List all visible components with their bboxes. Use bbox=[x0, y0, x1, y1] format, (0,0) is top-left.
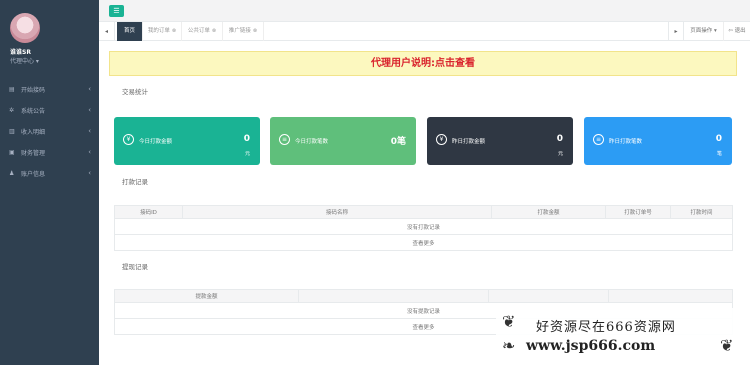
close-icon[interactable]: ⊗ bbox=[253, 28, 257, 34]
stat-unit: 元 bbox=[244, 151, 250, 157]
flourish-icon: ❧ bbox=[502, 336, 516, 355]
watermark-line-2: www.jsp666.com bbox=[526, 338, 656, 354]
tab-label: 推广链接 bbox=[228, 28, 251, 34]
column-header: 打款金额 bbox=[491, 205, 606, 219]
sidebar-item-label: 收入明细 bbox=[21, 128, 46, 136]
close-icon[interactable]: ⊗ bbox=[212, 28, 216, 34]
stat-card-today-count: ≡ 今日打款笔数 0笔 bbox=[270, 117, 416, 165]
column-header: 接码ID bbox=[114, 205, 183, 219]
sidebar-item-label: 系统公告 bbox=[21, 107, 46, 115]
wallet-icon: ▣ bbox=[9, 148, 15, 156]
stat-label: 今日打款金额 bbox=[139, 139, 173, 145]
stat-card-yesterday-amount: ¥ 昨日打款金额 0 元 bbox=[427, 117, 573, 165]
withdrawals-title: 提现记录 bbox=[122, 263, 148, 271]
sidebar-item-label: 财务管理 bbox=[21, 149, 46, 157]
user-role-dropdown[interactable]: 代理中心 ▾ bbox=[10, 56, 39, 65]
stat-label: 昨日打款笔数 bbox=[609, 139, 643, 145]
tab-bar: ◂ 首页 我的订单 ⊗ 公共订单 ⊗ 推广链接 ⊗ ▸ 页面操作 ▾ ⇦ 退出 bbox=[99, 22, 750, 41]
close-icon[interactable]: ⊗ bbox=[172, 28, 176, 34]
chevron-left-icon: ‹ bbox=[88, 169, 91, 177]
tab-public-orders[interactable]: 公共订单 ⊗ bbox=[182, 22, 223, 41]
chevron-left-icon: ‹ bbox=[88, 148, 91, 156]
stat-value: 0 bbox=[556, 134, 563, 144]
chart-icon: ▥ bbox=[9, 127, 15, 135]
sidebar-item-account[interactable]: ♟ 账户信息 ‹ bbox=[0, 164, 99, 182]
empty-message: 没有打款记录 bbox=[114, 218, 733, 235]
list-circle-icon: ≡ bbox=[593, 134, 604, 145]
stat-value: 0 bbox=[243, 134, 250, 144]
flourish-icon: ❦ bbox=[502, 312, 516, 331]
column-header: 提款金额 bbox=[114, 289, 299, 303]
sidebar-item-label: 账户信息 bbox=[21, 170, 46, 178]
users-icon: ♟ bbox=[9, 169, 15, 177]
table-row: 查看更多 bbox=[114, 234, 733, 251]
yen-icon: ¥ bbox=[123, 134, 134, 145]
chevron-left-icon: ‹ bbox=[88, 85, 91, 93]
sidebar-item-announcement[interactable]: ✲ 系统公告 ‹ bbox=[0, 101, 99, 119]
watermark-line-1: 好资源尽在666资源网 bbox=[536, 320, 676, 335]
flourish-icon: ❦ bbox=[720, 336, 734, 355]
watermark: ❦ ❧ ❦ 好资源尽在666资源网 www.jsp666.com bbox=[496, 308, 746, 362]
stat-card-yesterday-count: ≡ 昨日打款笔数 0 笔 bbox=[584, 117, 732, 165]
sidebar-item-label: 开始接码 bbox=[21, 86, 46, 94]
agent-notice-link[interactable]: 代理用户说明:点击查看 bbox=[109, 51, 737, 76]
column-header bbox=[488, 289, 609, 303]
column-header: 打款时间 bbox=[670, 205, 733, 219]
column-header bbox=[298, 289, 489, 303]
tab-label: 我的订单 bbox=[147, 28, 170, 34]
stats-title: 交易统计 bbox=[122, 88, 148, 96]
stat-value: 0 bbox=[715, 134, 722, 144]
payments-title: 打款记录 bbox=[122, 178, 148, 186]
chevron-left-icon: ‹ bbox=[88, 127, 91, 135]
sidebar-item-finance[interactable]: ▣ 财务管理 ‹ bbox=[0, 143, 99, 161]
chevron-left-icon: ‹ bbox=[88, 106, 91, 114]
view-more-link[interactable]: 查看更多 bbox=[114, 234, 733, 251]
stat-label: 昨日打款金额 bbox=[452, 139, 486, 145]
payments-table: 接码ID 接码名称 打款金额 打款订单号 打款时间 没有打款记录 查看更多 bbox=[114, 205, 733, 251]
table-header-row: 接码ID 接码名称 打款金额 打款订单号 打款时间 bbox=[114, 205, 733, 219]
yen-icon: ¥ bbox=[436, 134, 447, 145]
top-bar: ☰ bbox=[99, 0, 750, 22]
stat-value: 0笔 bbox=[390, 137, 406, 147]
tab-scroll-right-button[interactable]: ▸ bbox=[668, 22, 684, 41]
page-actions-dropdown[interactable]: 页面操作 ▾ bbox=[684, 22, 724, 41]
table-row: 没有打款记录 bbox=[114, 218, 733, 235]
list-icon: ▤ bbox=[9, 85, 15, 93]
sidebar: 谁谁SR 代理中心 ▾ ▤ 开始接码 ‹ ✲ 系统公告 ‹ ▥ 收入明细 ‹ ▣… bbox=[0, 0, 99, 365]
column-header: 打款订单号 bbox=[605, 205, 671, 219]
table-header-row: 提款金额 bbox=[114, 289, 733, 303]
sidebar-item-income[interactable]: ▥ 收入明细 ‹ bbox=[0, 122, 99, 140]
stat-unit: 笔 bbox=[716, 151, 722, 157]
avatar[interactable] bbox=[10, 13, 40, 43]
username: 谁谁SR bbox=[10, 49, 31, 56]
tab-promo-links[interactable]: 推广链接 ⊗ bbox=[223, 22, 264, 41]
tab-my-orders[interactable]: 我的订单 ⊗ bbox=[143, 22, 182, 41]
column-header bbox=[608, 289, 733, 303]
tab-home[interactable]: 首页 bbox=[117, 22, 143, 41]
logout-button[interactable]: ⇦ 退出 bbox=[724, 22, 750, 41]
tab-label: 首页 bbox=[123, 28, 135, 34]
stat-unit: 元 bbox=[557, 151, 563, 157]
column-header: 接码名称 bbox=[182, 205, 492, 219]
tab-scroll-left-button[interactable]: ◂ bbox=[99, 22, 115, 41]
list-circle-icon: ≡ bbox=[279, 134, 290, 145]
stat-label: 今日打款笔数 bbox=[295, 139, 329, 145]
sidebar-item-start[interactable]: ▤ 开始接码 ‹ bbox=[0, 80, 99, 98]
stat-card-today-amount: ¥ 今日打款金额 0 元 bbox=[114, 117, 260, 165]
menu-toggle-button[interactable]: ☰ bbox=[109, 5, 124, 17]
gear-icon: ✲ bbox=[9, 106, 15, 114]
tab-label: 公共订单 bbox=[187, 28, 210, 34]
